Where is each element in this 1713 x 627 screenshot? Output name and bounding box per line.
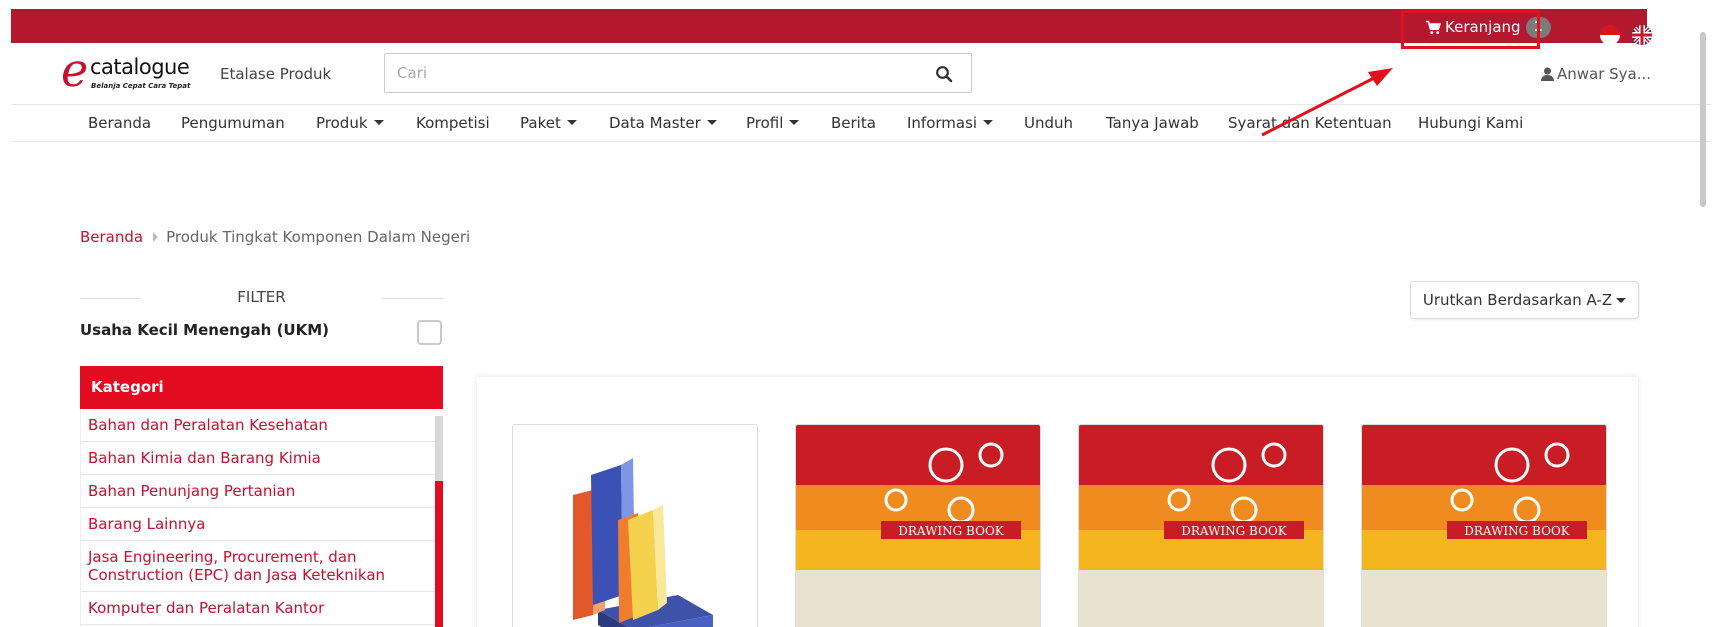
header: e catalogue Belanja Cepat Cara Tepat Eta… (11, 43, 1711, 105)
search-icon[interactable] (935, 65, 953, 83)
nav-item-tanya-jawab[interactable]: Tanya Jawab (1106, 114, 1199, 132)
caret-down-icon (706, 120, 717, 125)
breadcrumb-home[interactable]: Beranda (80, 228, 143, 246)
kategori-item[interactable]: Bahan Penunjang Pertanian (81, 475, 436, 508)
indonesia-flag-icon[interactable] (1600, 25, 1620, 45)
kategori-header: Kategori (80, 366, 443, 409)
caret-down-icon (1616, 297, 1627, 303)
ukm-filter-label: Usaha Kecil Menengah (UKM) (80, 321, 330, 339)
nav-item-profil[interactable]: Profil (746, 114, 800, 132)
caret-down-icon (566, 120, 577, 125)
kategori-scrollbar[interactable] (435, 416, 443, 627)
nav-item-berita[interactable]: Berita (831, 114, 876, 132)
kategori-item[interactable]: Komputer dan Peralatan Kantor (81, 592, 436, 625)
breadcrumb-current: Produk Tingkat Komponen Dalam Negeri (166, 228, 471, 246)
sort-dropdown-button[interactable]: Urutkan Berdasarkan A-Z (1410, 281, 1639, 319)
breadcrumb: Beranda Produk Tingkat Komponen Dalam Ne… (80, 228, 470, 246)
caret-down-icon (373, 120, 384, 125)
kategori-item[interactable]: Bahan dan Peralatan Kesehatan (81, 409, 436, 442)
nav-item-informasi[interactable]: Informasi (907, 114, 994, 132)
product-card[interactable]: DRAWING BOOK (1078, 424, 1324, 627)
nav-item-data-master[interactable]: Data Master (609, 114, 717, 132)
drawing-book-photo: DRAWING BOOK (1079, 425, 1323, 627)
uk-flag-icon[interactable] (1632, 25, 1652, 45)
product-card[interactable] (512, 424, 758, 627)
nav-item-syarat-ketentuan[interactable]: Syarat dan Ketentuan (1228, 114, 1392, 132)
user-name: Anwar Sya... (1557, 65, 1652, 83)
caret-down-icon (983, 120, 994, 125)
filter-title: FILTER (80, 288, 443, 308)
books-illustration-image (513, 425, 757, 627)
nav-item-hubungi-kami[interactable]: Hubungi Kami (1418, 114, 1523, 132)
etalase-produk-link[interactable]: Etalase Produk (220, 65, 331, 83)
kategori-item[interactable]: Barang Lainnya (81, 508, 436, 541)
drawing-book-photo: DRAWING BOOK (1362, 425, 1606, 627)
cover-text: DRAWING BOOK (1464, 524, 1571, 538)
nav-item-kompetisi[interactable]: Kompetisi (416, 114, 490, 132)
nav-item-unduh[interactable]: Unduh (1024, 114, 1073, 132)
product-card[interactable]: DRAWING BOOK (795, 424, 1041, 627)
search-box (384, 53, 972, 93)
drawing-book-photo: DRAWING BOOK (796, 425, 1040, 627)
user-menu[interactable]: Anwar Sya... (1541, 65, 1651, 83)
nav-item-pengumuman[interactable]: Pengumuman (181, 114, 285, 132)
ukm-filter-checkbox[interactable] (417, 320, 442, 345)
kategori-list: Bahan dan Peralatan Kesehatan Bahan Kimi… (80, 409, 443, 627)
main-nav: Beranda Pengumuman Produk Kompetisi Pake… (11, 105, 1711, 142)
kategori-item[interactable]: Bahan Kimia dan Barang Kimia (81, 442, 436, 475)
cover-text: DRAWING BOOK (1181, 524, 1288, 538)
page-scrollbar[interactable] (1700, 32, 1706, 207)
search-input[interactable] (385, 54, 925, 92)
nav-item-paket[interactable]: Paket (520, 114, 577, 132)
product-card[interactable]: DRAWING BOOK (1361, 424, 1607, 627)
divider (382, 298, 443, 299)
products-panel: DRAWING BOOK DRAWING BOOK DRAWING BOOK (477, 377, 1638, 627)
nav-item-produk[interactable]: Produk (316, 114, 384, 132)
caret-down-icon (789, 120, 800, 125)
cover-text: DRAWING BOOK (898, 524, 1005, 538)
kategori-item[interactable]: Jasa Engineering, Procurement, dan Const… (81, 541, 436, 592)
user-icon (1541, 67, 1554, 81)
nav-item-beranda[interactable]: Beranda (88, 114, 151, 132)
breadcrumb-separator-icon (153, 232, 159, 242)
kategori-scrollbar-thumb[interactable] (435, 416, 443, 481)
ecatalogue-logo[interactable]: e catalogue Belanja Cepat Cara Tepat (61, 43, 201, 97)
